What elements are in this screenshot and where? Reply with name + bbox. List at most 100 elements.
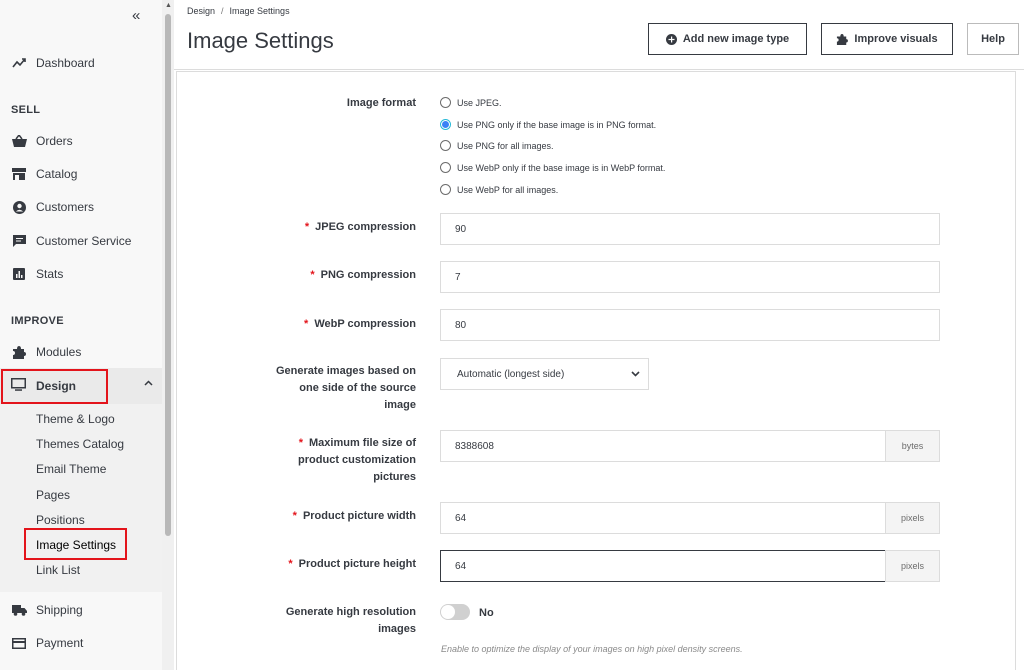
button-label: Add new image type: [682, 33, 790, 45]
scroll-up-arrow-icon[interactable]: ▲: [165, 2, 172, 9]
button-label: Improve visuals: [854, 33, 938, 45]
png-compression-input[interactable]: 7: [440, 261, 940, 293]
radio-button[interactable]: [440, 184, 451, 195]
required-asterisk: *: [292, 510, 297, 522]
radio-label: Use PNG for all images.: [457, 140, 554, 151]
design-submenu: Theme & Logo Themes Catalog Email Theme …: [0, 404, 162, 592]
max-file-size-input[interactable]: 8388608: [440, 430, 886, 462]
add-image-type-button[interactable]: Add new image type: [648, 23, 807, 55]
breadcrumb-parent[interactable]: Design: [187, 6, 215, 16]
sidebar-section-improve: IMPROVE: [11, 315, 64, 327]
label-line: Generate images based on: [276, 365, 416, 377]
required-asterisk: *: [310, 269, 315, 281]
bytes-addon: bytes: [885, 430, 940, 462]
label-line: image: [384, 399, 416, 411]
submenu-item-themes-catalog[interactable]: Themes Catalog: [36, 437, 124, 451]
pixels-addon: pixels: [885, 550, 940, 582]
label-text: Maximum file size of: [309, 437, 416, 449]
sidebar-item-dashboard[interactable]: Dashboard: [0, 49, 162, 77]
radio-label: Use PNG only if the base image is in PNG…: [457, 119, 657, 130]
generate-side-label: Generate images based on one side of the…: [276, 363, 416, 414]
sidebar-item-label: Stats: [36, 267, 64, 281]
sidebar-item-shipping[interactable]: Shipping: [0, 596, 162, 624]
picture-width-label: * Product picture width: [293, 508, 416, 525]
chat-icon: [11, 235, 27, 247]
submenu-item-link-list[interactable]: Link List: [36, 563, 80, 577]
help-button[interactable]: Help: [967, 23, 1019, 55]
improve-visuals-button[interactable]: Improve visuals: [821, 23, 953, 55]
label-line: pictures: [373, 471, 416, 483]
picture-width-input[interactable]: 64: [440, 502, 886, 534]
jpeg-compression-input[interactable]: 90: [440, 213, 940, 245]
label-line: product customization: [298, 454, 416, 466]
sidebar-scrollbar[interactable]: ▲: [162, 0, 174, 670]
sidebar-item-catalog[interactable]: Catalog: [0, 160, 162, 188]
label-line: images: [378, 623, 416, 635]
png-compression-label: * PNG compression: [310, 267, 416, 284]
sidebar-item-label: Modules: [36, 345, 82, 359]
label-line: one side of the source: [299, 382, 416, 394]
radio-png-all[interactable]: Use PNG for all images.: [440, 140, 554, 151]
collapse-sidebar-button[interactable]: «: [132, 7, 140, 24]
submenu-item-positions[interactable]: Positions: [36, 513, 85, 527]
radio-button[interactable]: [440, 140, 451, 151]
radio-webp-all[interactable]: Use WebP for all images.: [440, 184, 558, 195]
sidebar-item-customers[interactable]: Customers: [0, 193, 162, 221]
sidebar-item-orders[interactable]: Orders: [0, 127, 162, 155]
button-label: Help: [981, 33, 1005, 45]
radio-label: Use WebP only if the base image is in We…: [457, 162, 666, 173]
chevron-up-icon: [144, 377, 153, 389]
pixels-addon: pixels: [885, 502, 940, 534]
scrollbar-thumb[interactable]: [165, 14, 171, 536]
sidebar-section-sell: SELL: [11, 104, 41, 116]
high-res-toggle[interactable]: [440, 604, 470, 620]
webp-compression-input[interactable]: 80: [440, 309, 940, 341]
radio-webp-if-base-webp[interactable]: Use WebP only if the base image is in We…: [440, 162, 665, 173]
generate-side-select[interactable]: Automatic (longest side): [440, 358, 649, 390]
page-title: Image Settings: [187, 28, 334, 53]
radio-button-selected[interactable]: [440, 119, 451, 130]
sidebar-item-design[interactable]: Design: [0, 368, 162, 404]
sidebar-item-payment[interactable]: Payment: [0, 629, 162, 657]
sidebar-item-modules[interactable]: Modules: [0, 338, 162, 366]
bar-chart-icon: [11, 268, 27, 280]
radio-button[interactable]: [440, 162, 451, 173]
sidebar-item-customer-service[interactable]: Customer Service: [0, 227, 162, 255]
radio-use-jpeg[interactable]: Use JPEG.: [440, 97, 502, 108]
breadcrumb-separator: /: [221, 6, 224, 16]
jpeg-compression-label: * JPEG compression: [305, 219, 416, 236]
high-res-help-text: Enable to optimize the display of your i…: [441, 644, 743, 654]
sidebar: « Dashboard SELL Orders Catalog Customer…: [0, 0, 162, 670]
submenu-item-email-theme[interactable]: Email Theme: [36, 462, 106, 476]
label-line: Generate high resolution: [285, 606, 416, 618]
picture-height-input[interactable]: 64: [440, 550, 886, 582]
sidebar-item-stats[interactable]: Stats: [0, 260, 162, 288]
store-icon: [11, 168, 27, 180]
required-asterisk: *: [304, 318, 309, 330]
breadcrumb-current: Image Settings: [229, 6, 290, 16]
header-divider: [174, 69, 1024, 70]
label-line: * Maximum file size of: [298, 435, 416, 452]
highlight-box: [1, 369, 108, 404]
credit-card-icon: [11, 637, 27, 649]
label-text: PNG compression: [320, 269, 416, 281]
picture-height-label: * Product picture height: [288, 556, 416, 573]
max-file-size-label: * Maximum file size of product customizat…: [298, 435, 416, 486]
submenu-item-theme-logo[interactable]: Theme & Logo: [36, 412, 115, 426]
highlight-box: [24, 528, 127, 560]
puzzle-icon: [836, 33, 849, 45]
sidebar-item-label: Orders: [36, 134, 73, 148]
high-res-label: Generate high resolution images: [286, 604, 416, 638]
sidebar-item-label: Catalog: [36, 167, 78, 181]
trending-up-icon: [11, 58, 27, 68]
radio-png-if-base-png[interactable]: Use PNG only if the base image is in PNG…: [440, 119, 656, 130]
account-circle-icon: [11, 200, 27, 214]
radio-button[interactable]: [440, 97, 451, 108]
sidebar-item-label: Payment: [36, 636, 84, 650]
webp-compression-label: * WebP compression: [304, 316, 416, 333]
submenu-item-pages[interactable]: Pages: [36, 488, 70, 502]
required-asterisk: *: [304, 221, 310, 233]
select-value: Automatic (longest side): [457, 368, 565, 380]
add-circle-icon: [665, 33, 677, 45]
sidebar-item-label: Customers: [36, 200, 95, 214]
